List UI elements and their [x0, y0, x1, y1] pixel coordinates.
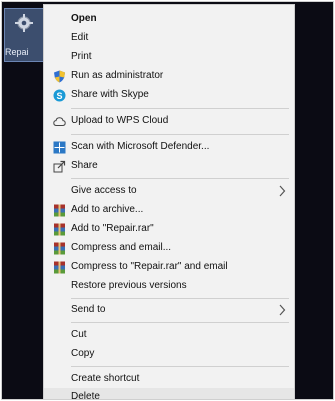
winrar-icon	[54, 261, 65, 274]
menu-item-send-to[interactable]: Send to	[44, 301, 294, 319]
menu-separator	[71, 178, 289, 179]
menu-item-label: Share with Skype	[71, 89, 149, 100]
menu-item-compress-to-repair-rar-and-email[interactable]: Compress to "Repair.rar" and email	[44, 258, 294, 276]
menu-item-upload-to-wps-cloud[interactable]: Upload to WPS Cloud	[44, 112, 294, 130]
menu-item-label: Give access to	[71, 185, 137, 196]
menu-item-cut[interactable]: Cut	[44, 326, 294, 344]
chevron-right-icon	[279, 304, 286, 316]
menu-item-label: Run as administrator	[71, 70, 164, 81]
menu-item-label: Share	[71, 160, 98, 171]
gear-file-icon	[15, 14, 33, 32]
menu-item-compress-and-email[interactable]: Compress and email...	[44, 239, 294, 257]
chevron-right-icon	[279, 185, 286, 197]
share-icon	[53, 160, 66, 173]
menu-item-edit[interactable]: Edit	[44, 29, 294, 47]
menu-separator	[71, 134, 289, 135]
menu-item-open[interactable]: Open	[44, 10, 294, 28]
defender-icon	[53, 141, 66, 154]
menu-item-label: Cut	[71, 329, 87, 340]
menu-separator	[71, 108, 289, 109]
menu-item-add-to-repair-rar[interactable]: Add to "Repair.rar"	[44, 220, 294, 238]
menu-separator	[71, 322, 289, 323]
menu-item-delete[interactable]: Delete	[44, 388, 294, 399]
menu-item-print[interactable]: Print	[44, 48, 294, 66]
cloud-icon	[53, 117, 66, 126]
menu-item-label: Send to	[71, 304, 106, 315]
menu-item-label: Add to archive...	[71, 204, 144, 215]
menu-item-label: Delete	[71, 391, 100, 399]
menu-item-share-with-skype[interactable]: S Share with Skype	[44, 86, 294, 104]
menu-item-run-as-administrator[interactable]: Run as administrator	[44, 67, 294, 85]
menu-item-label: Restore previous versions	[71, 280, 187, 291]
menu-item-add-to-archive[interactable]: Add to archive...	[44, 201, 294, 219]
menu-item-label: Scan with Microsoft Defender...	[71, 141, 210, 152]
menu-item-create-shortcut[interactable]: Create shortcut	[44, 370, 294, 388]
winrar-icon	[54, 223, 65, 236]
menu-item-copy[interactable]: Copy	[44, 345, 294, 363]
menu-item-give-access-to[interactable]: Give access to	[44, 182, 294, 200]
menu-item-label: Print	[71, 51, 92, 62]
context-menu: Open Edit Print Run as administrator S S…	[43, 4, 295, 399]
menu-item-label: Upload to WPS Cloud	[71, 115, 169, 126]
winrar-icon	[54, 242, 65, 255]
menu-item-label: Create shortcut	[71, 373, 140, 384]
menu-item-label: Copy	[71, 348, 95, 359]
menu-item-label: Edit	[71, 32, 89, 43]
menu-separator	[71, 366, 289, 367]
screenshot-frame: Repai Open Edit Print Run as administrat…	[2, 2, 333, 399]
menu-separator	[71, 298, 289, 299]
skype-icon: S	[53, 89, 66, 102]
menu-item-label: Compress to "Repair.rar" and email	[71, 261, 228, 272]
menu-item-label: Open	[71, 13, 97, 24]
shield-icon	[54, 70, 65, 83]
menu-item-label: Compress and email...	[71, 242, 172, 253]
menu-item-label: Add to "Repair.rar"	[71, 223, 154, 234]
menu-item-scan-with-defender[interactable]: Scan with Microsoft Defender...	[44, 138, 294, 156]
svg-text:S: S	[56, 91, 62, 101]
menu-item-share[interactable]: Share	[44, 157, 294, 175]
menu-item-restore-previous-versions[interactable]: Restore previous versions	[44, 277, 294, 295]
desktop-file-repair[interactable]: Repai	[4, 8, 44, 62]
winrar-icon	[54, 204, 65, 217]
